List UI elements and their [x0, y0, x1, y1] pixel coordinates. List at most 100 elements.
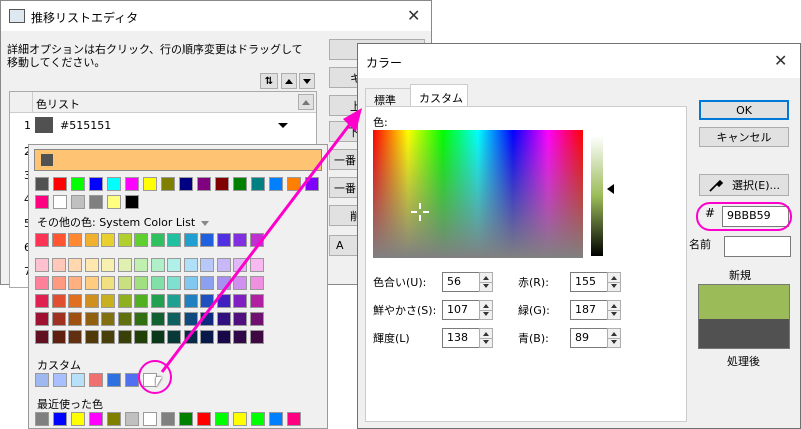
system-color-swatch[interactable]	[249, 258, 264, 272]
basic-color-swatch[interactable]	[305, 177, 319, 191]
system-color-swatch[interactable]	[249, 330, 264, 344]
system-color-swatch[interactable]	[200, 294, 214, 308]
basic-color-swatch[interactable]	[35, 177, 49, 191]
basic-color-swatch[interactable]	[125, 177, 139, 191]
system-color-swatch[interactable]	[101, 294, 115, 308]
basic-color-swatch[interactable]	[215, 177, 229, 191]
name-field[interactable]	[724, 236, 791, 257]
system-color-swatch[interactable]	[35, 294, 49, 308]
system-color-swatch[interactable]	[167, 294, 181, 308]
basic-color-swatch[interactable]	[89, 195, 103, 209]
recent-color-swatch[interactable]	[143, 412, 157, 426]
system-color-swatch[interactable]	[216, 276, 231, 290]
basic-color-swatch[interactable]	[161, 177, 175, 191]
system-color-swatch[interactable]	[134, 294, 148, 308]
system-color-swatch[interactable]	[68, 276, 82, 290]
basic-color-swatch[interactable]	[125, 195, 139, 209]
system-color-swatch[interactable]	[134, 258, 148, 272]
custom-color-swatch[interactable]	[107, 373, 121, 387]
system-color-swatch[interactable]	[183, 312, 198, 326]
system-color-swatch[interactable]	[183, 330, 198, 344]
system-color-swatch[interactable]	[183, 294, 198, 308]
basic-color-swatch[interactable]	[107, 195, 121, 209]
blue-spinner[interactable]	[607, 328, 621, 348]
move-down-button[interactable]	[299, 73, 315, 89]
recent-color-swatch[interactable]	[71, 412, 85, 426]
recent-color-swatch[interactable]	[107, 412, 121, 426]
row-dropdown-icon[interactable]	[278, 123, 288, 128]
sort-button[interactable]: ⇅	[260, 73, 278, 89]
system-color-swatch[interactable]	[35, 258, 49, 272]
system-color-swatch[interactable]	[51, 294, 66, 308]
system-color-swatch[interactable]	[200, 312, 214, 326]
system-color-swatch[interactable]	[68, 312, 82, 326]
system-color-swatch[interactable]	[117, 312, 132, 326]
system-color-swatch[interactable]	[216, 312, 231, 326]
sat-field[interactable]: 107	[442, 300, 480, 320]
system-color-swatch[interactable]	[233, 312, 247, 326]
basic-color-swatch[interactable]	[251, 177, 265, 191]
blue-field[interactable]: 89	[570, 328, 608, 348]
system-color-swatch[interactable]	[233, 233, 247, 247]
system-color-swatch[interactable]	[134, 312, 148, 326]
system-color-swatch[interactable]	[167, 330, 181, 344]
custom-color-swatch[interactable]	[53, 373, 67, 387]
system-color-swatch[interactable]	[249, 233, 264, 247]
recent-color-swatch[interactable]	[35, 412, 49, 426]
system-color-swatch[interactable]	[68, 330, 82, 344]
system-color-swatch[interactable]	[68, 233, 82, 247]
recent-color-swatch[interactable]	[269, 412, 283, 426]
system-color-swatch[interactable]	[68, 258, 82, 272]
other-colors-label[interactable]: その他の色: System Color List	[37, 214, 209, 230]
cancel-button[interactable]: キャンセル	[699, 127, 789, 147]
system-color-swatch[interactable]	[216, 330, 231, 344]
system-color-swatch[interactable]	[233, 330, 247, 344]
basic-color-swatch[interactable]	[269, 177, 283, 191]
system-color-swatch[interactable]	[249, 312, 264, 326]
system-color-swatch[interactable]	[84, 312, 99, 326]
table-row[interactable]: 1 #515151	[10, 113, 298, 137]
system-color-swatch[interactable]	[101, 312, 115, 326]
selected-color-bar[interactable]	[34, 149, 322, 171]
system-color-swatch[interactable]	[51, 276, 66, 290]
system-color-swatch[interactable]	[233, 258, 247, 272]
system-color-swatch[interactable]	[35, 276, 49, 290]
lum-spinner[interactable]	[479, 328, 493, 348]
system-color-swatch[interactable]	[150, 330, 165, 344]
recent-color-swatch[interactable]	[53, 412, 67, 426]
system-color-swatch[interactable]	[216, 294, 231, 308]
system-color-swatch[interactable]	[150, 233, 165, 247]
system-color-swatch[interactable]	[134, 233, 148, 247]
system-color-swatch[interactable]	[117, 258, 132, 272]
system-color-swatch[interactable]	[249, 276, 264, 290]
system-color-swatch[interactable]	[51, 233, 66, 247]
basic-color-swatch[interactable]	[107, 177, 121, 191]
system-color-swatch[interactable]	[167, 233, 181, 247]
system-color-swatch[interactable]	[233, 276, 247, 290]
system-color-swatch[interactable]	[101, 233, 115, 247]
custom-color-swatch[interactable]	[71, 373, 85, 387]
custom-color-swatch[interactable]	[35, 373, 49, 387]
basic-color-swatch[interactable]	[233, 177, 247, 191]
system-color-swatch[interactable]	[150, 258, 165, 272]
ok-button[interactable]: OK	[699, 100, 789, 120]
recent-color-swatch[interactable]	[215, 412, 229, 426]
basic-color-swatch[interactable]	[287, 177, 301, 191]
green-spinner[interactable]	[607, 300, 621, 320]
recent-color-swatch[interactable]	[251, 412, 265, 426]
system-color-swatch[interactable]	[84, 258, 99, 272]
recent-color-swatch[interactable]	[89, 412, 103, 426]
system-color-swatch[interactable]	[150, 294, 165, 308]
luminance-slider[interactable]	[591, 136, 603, 256]
system-color-swatch[interactable]	[216, 233, 231, 247]
system-color-swatch[interactable]	[167, 258, 181, 272]
basic-color-swatch[interactable]	[89, 177, 103, 191]
color-spectrum[interactable]	[373, 130, 583, 258]
basic-color-swatch[interactable]	[35, 195, 49, 209]
recent-color-swatch[interactable]	[197, 412, 211, 426]
lum-field[interactable]: 138	[442, 328, 480, 348]
grid-scroll-up-button[interactable]	[298, 94, 314, 110]
green-field[interactable]: 187	[570, 300, 608, 320]
system-color-swatch[interactable]	[84, 276, 99, 290]
recent-color-swatch[interactable]	[161, 412, 175, 426]
